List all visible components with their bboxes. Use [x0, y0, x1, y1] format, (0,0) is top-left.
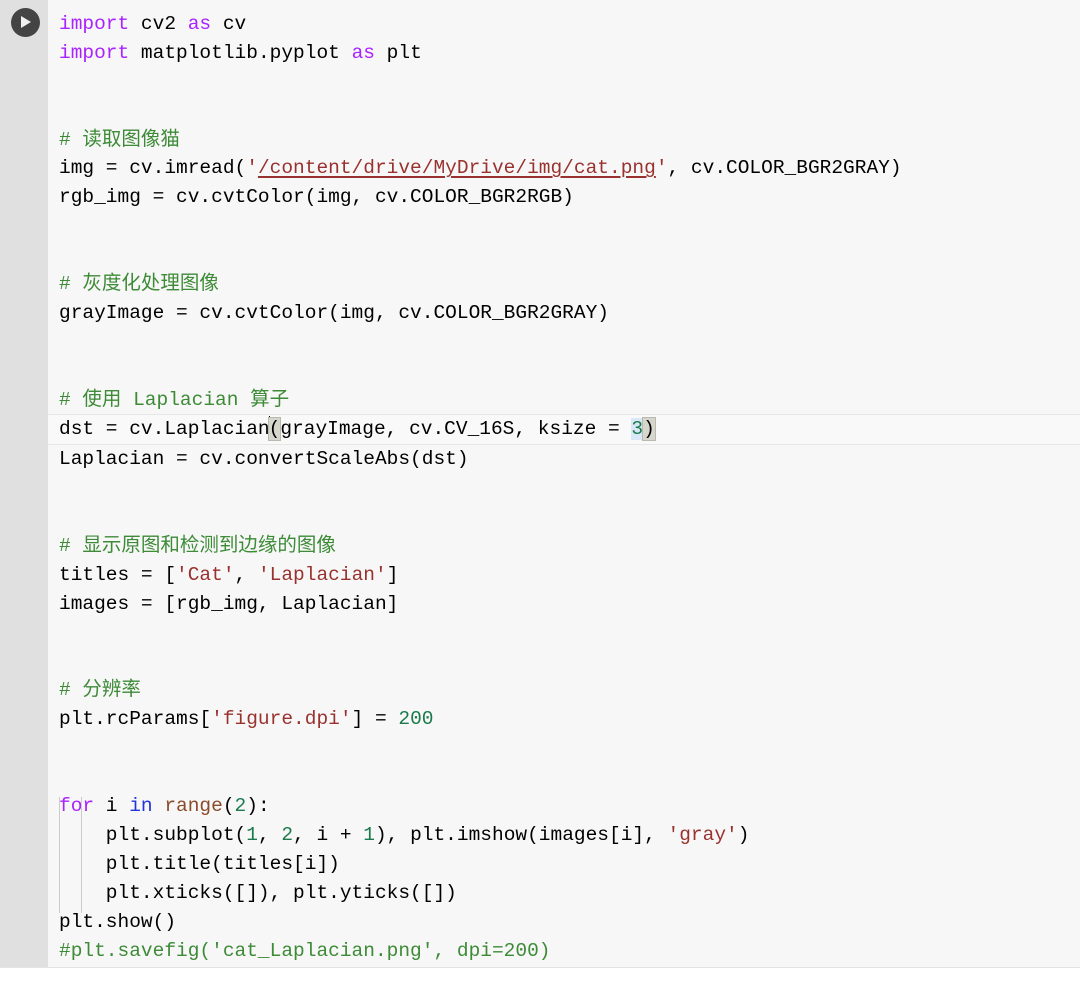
code-line[interactable]: [48, 734, 1080, 763]
code-line[interactable]: [48, 619, 1080, 648]
code-line[interactable]: [48, 212, 1080, 241]
code-line[interactable]: # 读取图像猫: [48, 126, 1080, 155]
code-string: 'Laplacian': [257, 563, 387, 586]
code-token: , i +: [293, 823, 364, 846]
code-line[interactable]: plt.rcParams['figure.dpi'] = 200: [48, 705, 1080, 734]
code-line[interactable]: #plt.savefig('cat_Laplacian.png', dpi=20…: [48, 937, 1080, 966]
code-token: (: [222, 795, 235, 818]
code-line[interactable]: plt.xticks([]), plt.yticks([]): [48, 879, 1080, 908]
code-cell[interactable]: import cv2 as cv import matplotlib.pyplot…: [0, 0, 1080, 968]
code-keyword: as: [351, 41, 375, 64]
code-line[interactable]: for i in range(2):: [48, 792, 1080, 821]
code-token: range: [164, 795, 223, 818]
code-token: grayImage, cv.CV_16S, ksize =: [280, 418, 632, 441]
code-line[interactable]: import cv2 as cv: [48, 10, 1080, 39]
code-token: ,: [257, 823, 282, 846]
code-token: rgb_img = cv.cvtColor(img, cv.COLOR_BGR2…: [59, 186, 574, 209]
code-comment: # 显示原图和检测到边缘的图像: [59, 535, 336, 558]
code-line[interactable]: [48, 503, 1080, 532]
code-editor[interactable]: import cv2 as cv import matplotlib.pyplot…: [48, 0, 1080, 967]
code-line[interactable]: plt.title(titles[i]): [48, 850, 1080, 879]
code-keyword: for: [59, 795, 95, 818]
code-token: plt: [374, 41, 422, 64]
code-token: img = cv.imread(: [59, 157, 247, 180]
code-token: cv: [211, 13, 247, 35]
code-keyword: in: [129, 795, 153, 818]
code-number: 200: [398, 708, 434, 731]
code-line[interactable]: [48, 648, 1080, 677]
code-number: 2: [234, 795, 247, 818]
code-number: 1: [363, 823, 375, 846]
code-token: images = [rgb_img, Laplacian]: [59, 592, 399, 615]
cell-gutter: [0, 0, 48, 967]
code-line[interactable]: # 分辨率: [48, 676, 1080, 705]
code-line[interactable]: [48, 474, 1080, 503]
bracket-match: ): [642, 417, 656, 442]
bracket-match: (: [267, 417, 282, 442]
code-comment: Laplacian: [133, 388, 239, 411]
code-token: matplotlib.pyplot: [129, 41, 352, 64]
code-keyword: import: [59, 13, 130, 35]
code-token: i: [94, 795, 130, 818]
code-token: ):: [246, 795, 270, 818]
code-line[interactable]: grayImage = cv.cvtColor(img, cv.COLOR_BG…: [48, 299, 1080, 328]
code-token: ,: [234, 563, 258, 586]
code-token: plt.subplot(: [59, 823, 247, 846]
code-token: ): [737, 823, 750, 846]
code-line[interactable]: Laplacian = cv.convertScaleAbs(dst): [48, 445, 1080, 474]
code-token: plt.show(): [59, 910, 177, 933]
code-token: titles = [: [59, 563, 177, 586]
code-line[interactable]: [48, 97, 1080, 126]
code-line[interactable]: [48, 68, 1080, 97]
code-line[interactable]: # 灰度化处理图像: [48, 270, 1080, 299]
code-token: plt.xticks([]), plt.yticks([]): [59, 881, 457, 904]
code-comment: 算子: [238, 388, 290, 411]
code-line[interactable]: [48, 241, 1080, 270]
code-token: cv2: [129, 13, 188, 35]
code-string: ': [655, 157, 668, 180]
code-line[interactable]: dst = cv.Laplacian(grayImage, cv.CV_16S,…: [48, 414, 1080, 446]
code-line[interactable]: [48, 763, 1080, 792]
code-line[interactable]: # 使用 Laplacian 算子: [48, 386, 1080, 415]
code-line[interactable]: img = cv.imread('/content/drive/MyDrive/…: [48, 154, 1080, 183]
code-number: 1: [246, 823, 258, 846]
code-comment: # 使用: [59, 388, 134, 411]
code-line[interactable]: [48, 357, 1080, 386]
code-number: 2: [281, 823, 294, 846]
code-comment: # 读取图像猫: [59, 128, 180, 151]
code-comment: # 灰度化处理图像: [59, 273, 219, 296]
code-token: , cv.COLOR_BGR2GRAY): [667, 157, 902, 180]
code-comment: # 分辨率: [59, 679, 141, 702]
code-token: ]: [386, 563, 399, 586]
play-icon: [21, 16, 31, 28]
file-path-link[interactable]: /content/drive/MyDrive/img/cat.png: [258, 157, 656, 179]
code-token: dst = cv.Laplacian: [59, 418, 270, 441]
code-comment: #plt.savefig('cat_Laplacian.png', dpi=20…: [59, 939, 551, 962]
code-string: 'Cat': [176, 563, 235, 586]
run-cell-button[interactable]: [11, 8, 40, 37]
code-line[interactable]: images = [rgb_img, Laplacian]: [48, 590, 1080, 619]
code-line[interactable]: rgb_img = cv.cvtColor(img, cv.COLOR_BGR2…: [48, 183, 1080, 212]
code-keyword: import: [59, 41, 130, 64]
code-token: Laplacian = cv.convertScaleAbs(dst): [59, 448, 469, 471]
code-line[interactable]: plt.show(): [48, 908, 1080, 937]
code-token: ), plt.imshow(images[i],: [374, 823, 668, 846]
code-token: ] =: [351, 708, 399, 731]
code-number: 3: [631, 418, 644, 441]
code-token: plt.title(titles[i]): [59, 852, 340, 875]
code-line[interactable]: titles = ['Cat', 'Laplacian']: [48, 561, 1080, 590]
code-string: 'gray': [667, 823, 738, 846]
code-string: 'figure.dpi': [211, 708, 352, 731]
cell-footer-space: [0, 968, 1080, 985]
code-token: grayImage = cv.cvtColor(img, cv.COLOR_BG…: [59, 301, 609, 324]
code-keyword: as: [187, 13, 212, 35]
code-line[interactable]: import matplotlib.pyplot as plt: [48, 39, 1080, 68]
code-string: ': [246, 157, 258, 180]
code-line[interactable]: plt.subplot(1, 2, i + 1), plt.imshow(ima…: [48, 821, 1080, 850]
code-line[interactable]: # 显示原图和检测到边缘的图像: [48, 532, 1080, 561]
code-line[interactable]: [48, 328, 1080, 357]
code-token: plt.rcParams[: [59, 708, 212, 731]
